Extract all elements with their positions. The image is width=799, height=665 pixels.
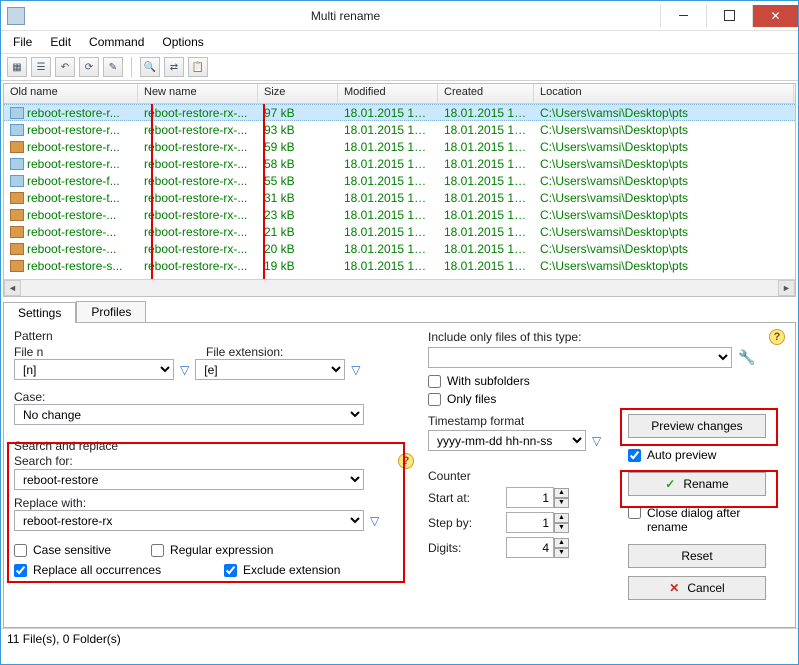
table-row[interactable]: reboot-restore-...reboot-restore-rx-...2… — [4, 240, 795, 257]
searchfor-label: Search for: — [14, 454, 392, 468]
horizontal-scrollbar[interactable]: ◄ ► — [4, 279, 795, 296]
exclude-ext-checkbox[interactable]: Exclude extension — [224, 563, 340, 577]
replacewith-dropdown-icon[interactable]: ▽ — [370, 514, 379, 528]
tab-profiles[interactable]: Profiles — [76, 301, 146, 322]
extension-dropdown-icon[interactable]: ▽ — [351, 363, 360, 377]
replacewith-input[interactable]: reboot-restore-rx — [14, 510, 364, 531]
file-list: Old name New name Size Modified Created … — [3, 83, 796, 297]
case-sensitive-checkbox[interactable]: Case sensitive — [14, 543, 111, 557]
col-modified[interactable]: Modified — [338, 84, 438, 103]
help-icon-2[interactable]: ? — [769, 329, 785, 345]
start-at-label: Start at: — [428, 491, 500, 505]
extension-pattern-input[interactable]: [e] — [195, 359, 345, 380]
col-created[interactable]: Created — [438, 84, 534, 103]
table-row[interactable]: reboot-restore-r...reboot-restore-rx-...… — [4, 104, 795, 121]
settings-panel: Settings Profiles Pattern File n File ex… — [1, 297, 798, 628]
digits-spinner[interactable]: ▲▼ — [506, 537, 569, 558]
step-by-label: Step by: — [428, 516, 500, 530]
filename-pattern-input[interactable]: [n] — [14, 359, 174, 380]
digits-label: Digits: — [428, 541, 500, 555]
include-label: Include only files of this type: — [428, 330, 763, 344]
close-button[interactable] — [752, 5, 798, 27]
list-body[interactable]: reboot-restore-r...reboot-restore-rx-...… — [4, 104, 795, 279]
toolbar-btn-1[interactable]: ▦ — [7, 57, 27, 77]
step-by-spinner[interactable]: ▲▼ — [506, 512, 569, 533]
replacewith-label: Replace with: — [14, 496, 414, 510]
filter-config-icon[interactable]: 🔧 — [738, 349, 755, 366]
extension-label: File extension: — [206, 345, 374, 359]
toolbar-btn-2[interactable]: ☰ — [31, 57, 51, 77]
list-header: Old name New name Size Modified Created … — [4, 84, 795, 104]
menubar: File Edit Command Options — [1, 31, 798, 53]
statusbar: 11 File(s), 0 Folder(s) — [1, 628, 798, 648]
toolbar-btn-4[interactable]: ⟳ — [79, 57, 99, 77]
titlebar: Multi rename — [1, 1, 798, 31]
reset-button[interactable]: Reset — [628, 544, 766, 568]
table-row[interactable]: reboot-restore-...reboot-restore-rx-...2… — [4, 223, 795, 240]
toolbar-btn-8[interactable]: 📋 — [188, 57, 208, 77]
timestamp-group-label: Timestamp format — [428, 414, 608, 428]
menu-edit[interactable]: Edit — [42, 33, 79, 51]
only-files-checkbox[interactable]: Only files — [428, 392, 785, 406]
menu-options[interactable]: Options — [154, 33, 211, 51]
scroll-right-icon[interactable]: ► — [778, 280, 795, 296]
include-filter-input[interactable] — [428, 347, 732, 368]
app-icon — [7, 7, 25, 25]
with-subfolders-checkbox[interactable]: With subfolders — [428, 374, 785, 388]
window-buttons — [660, 5, 798, 27]
col-new[interactable]: New name — [138, 84, 258, 103]
toolbar-btn-3[interactable]: ↶ — [55, 57, 75, 77]
table-row[interactable]: reboot-restore-t...reboot-restore-rx-...… — [4, 189, 795, 206]
searchfor-input[interactable]: reboot-restore — [14, 469, 364, 490]
preview-changes-button[interactable]: Preview changes — [628, 414, 766, 438]
check-icon: ✓ — [665, 477, 675, 491]
filename-dropdown-icon[interactable]: ▽ — [180, 363, 189, 377]
col-location[interactable]: Location — [534, 84, 794, 103]
case-label: Case: — [14, 390, 414, 404]
help-icon[interactable]: ? — [398, 453, 414, 469]
tab-settings[interactable]: Settings — [3, 302, 76, 323]
replace-all-checkbox[interactable]: Replace all occurrences — [14, 563, 214, 577]
table-row[interactable]: reboot-restore-s...reboot-restore-rx-...… — [4, 257, 795, 274]
minimize-button[interactable] — [660, 5, 706, 27]
col-size[interactable]: Size — [258, 84, 338, 103]
table-row[interactable]: reboot-restore-r...reboot-restore-rx-...… — [4, 121, 795, 138]
table-row[interactable]: reboot-restore-f...reboot-restore-rx-...… — [4, 172, 795, 189]
rename-button[interactable]: ✓Rename — [628, 472, 766, 496]
cancel-button[interactable]: ✕Cancel — [628, 576, 766, 600]
start-at-spinner[interactable]: ▲▼ — [506, 487, 569, 508]
toolbar-btn-5[interactable]: ✎ — [103, 57, 123, 77]
menu-command[interactable]: Command — [81, 33, 152, 51]
auto-preview-checkbox[interactable]: Auto preview — [628, 448, 778, 462]
timestamp-format-input[interactable]: yyyy-mm-dd hh-nn-ss — [428, 430, 586, 451]
timestamp-dropdown-icon[interactable]: ▽ — [592, 434, 601, 448]
window-title: Multi rename — [31, 9, 660, 23]
pattern-group-label: Pattern — [14, 329, 414, 343]
toolbar-btn-6[interactable]: 🔍 — [140, 57, 160, 77]
regex-checkbox[interactable]: Regular expression — [151, 543, 273, 557]
status-text: 11 File(s), 0 Folder(s) — [7, 632, 121, 646]
maximize-button[interactable] — [706, 5, 752, 27]
toolbar: ▦ ☰ ↶ ⟳ ✎ 🔍 ⇄ 📋 — [1, 53, 798, 81]
table-row[interactable]: reboot-restore-...reboot-restore-rx-...2… — [4, 206, 795, 223]
x-icon: ✕ — [669, 581, 679, 595]
table-row[interactable]: reboot-restore-r...reboot-restore-rx-...… — [4, 155, 795, 172]
close-after-checkbox[interactable]: Close dialog after rename — [628, 506, 778, 534]
search-group-label: Search and replace — [14, 439, 118, 453]
table-row[interactable]: reboot-restore-r...reboot-restore-rx-...… — [4, 138, 795, 155]
col-old[interactable]: Old name — [4, 84, 138, 103]
tabs: Settings Profiles — [3, 301, 796, 322]
menu-file[interactable]: File — [5, 33, 40, 51]
counter-group-label: Counter — [428, 469, 608, 483]
toolbar-btn-7[interactable]: ⇄ — [164, 57, 184, 77]
scroll-left-icon[interactable]: ◄ — [4, 280, 21, 296]
case-select[interactable]: No change — [14, 404, 364, 425]
filename-label: File n — [14, 345, 200, 359]
